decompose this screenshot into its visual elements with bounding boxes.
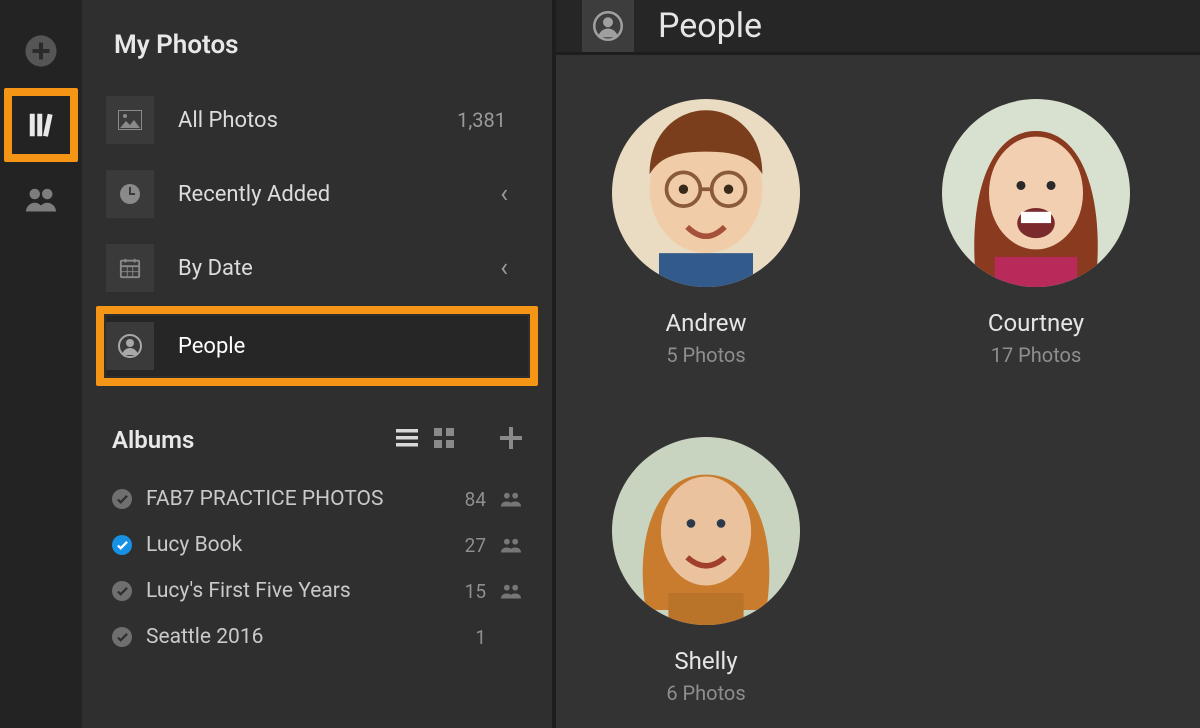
album-row[interactable]: Seattle 2016 1: [106, 614, 528, 660]
person-count: 17 Photos: [991, 343, 1082, 367]
calendar-icon: [106, 244, 154, 292]
people-rail-button[interactable]: [16, 174, 66, 224]
album-name: Lucy Book: [146, 533, 448, 557]
person-icon: [106, 322, 154, 370]
album-count: 84: [448, 488, 486, 511]
album-count: 27: [448, 534, 486, 557]
nav-label: All Photos: [178, 108, 457, 133]
nav-rail: [0, 0, 82, 728]
shared-icon: [500, 491, 522, 507]
nav-label: People: [178, 334, 514, 359]
album-row[interactable]: FAB7 PRACTICE PHOTOS 84: [106, 476, 528, 522]
add-button[interactable]: [16, 26, 66, 76]
list-view-icon[interactable]: [396, 428, 418, 452]
person-count: 6 Photos: [666, 681, 745, 705]
person-icon: [582, 0, 634, 52]
album-row[interactable]: Lucy's First Five Years 15: [106, 568, 528, 614]
sidebar-item-recently-added[interactable]: Recently Added ‹: [106, 164, 528, 224]
sidebar-title: My Photos: [114, 30, 528, 60]
person-name: Andrew: [665, 309, 746, 337]
chevron-left-icon: ‹: [500, 253, 514, 283]
sync-status-icon: [112, 489, 132, 509]
add-album-icon[interactable]: [500, 427, 522, 453]
main-header: People: [556, 0, 1200, 55]
album-count: 15: [448, 580, 486, 603]
nav-label: By Date: [178, 256, 500, 281]
avatar: [942, 99, 1130, 287]
albums-title: Albums: [112, 426, 396, 454]
person-card-shelly[interactable]: Shelly 6 Photos: [606, 437, 806, 705]
shared-icon: [500, 537, 522, 553]
person-card-courtney[interactable]: Courtney 17 Photos: [936, 99, 1136, 367]
nav-label: Recently Added: [178, 182, 500, 207]
avatar: [612, 437, 800, 625]
sidebar-item-by-date[interactable]: By Date ‹: [106, 238, 528, 298]
shared-icon: [500, 583, 522, 599]
person-card-andrew[interactable]: Andrew 5 Photos: [606, 99, 806, 367]
album-name: Lucy's First Five Years: [146, 579, 448, 603]
sidebar: My Photos All Photos 1,381 Recently Adde…: [82, 0, 556, 728]
avatar: [612, 99, 800, 287]
person-name: Shelly: [674, 647, 737, 675]
sync-status-icon: [112, 535, 132, 555]
albums-section: Albums FAB7 PRACTICE PHOTOS: [106, 426, 528, 660]
chevron-left-icon: ‹: [500, 179, 514, 209]
album-count: 1: [448, 626, 486, 649]
clock-icon: [106, 170, 154, 218]
album-row[interactable]: Lucy Book 27: [106, 522, 528, 568]
sync-status-icon: [112, 627, 132, 647]
nav-count: 1,381: [457, 108, 514, 132]
sidebar-item-people[interactable]: People: [106, 316, 528, 376]
person-count: 5 Photos: [666, 343, 745, 367]
main-content: People Andrew: [556, 0, 1200, 728]
photos-icon: [106, 96, 154, 144]
page-title: People: [658, 6, 762, 46]
album-name: Seattle 2016: [146, 625, 448, 649]
grid-view-icon[interactable]: [434, 428, 454, 452]
album-name: FAB7 PRACTICE PHOTOS: [146, 487, 448, 511]
people-grid: Andrew 5 Photos Courtney 17 Ph: [556, 55, 1200, 728]
person-name: Courtney: [988, 309, 1084, 337]
sync-status-icon: [112, 581, 132, 601]
sidebar-item-all-photos[interactable]: All Photos 1,381: [106, 90, 528, 150]
library-button[interactable]: [16, 100, 66, 150]
